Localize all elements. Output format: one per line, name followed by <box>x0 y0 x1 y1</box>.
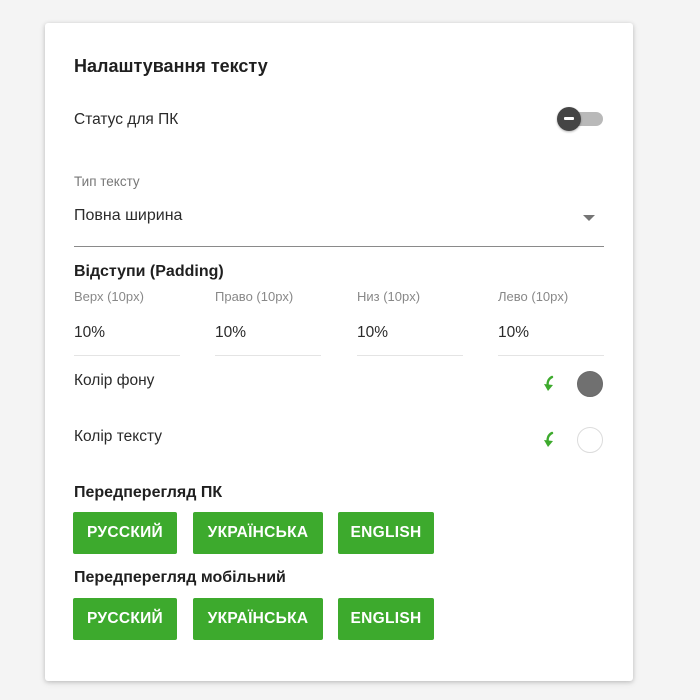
padding-right-input[interactable]: 10% <box>215 324 246 342</box>
preview-mobile-english-button[interactable]: ENGLISH <box>338 598 434 640</box>
padding-bottom-input[interactable]: 10% <box>357 324 388 342</box>
padding-title: Відступи (Padding) <box>74 263 224 280</box>
toggle-knob <box>557 107 581 131</box>
preview-pc-title: Передперегляд ПК <box>74 484 223 501</box>
text-settings-panel: Налаштування тексту Статус для ПК Тип те… <box>45 23 633 681</box>
padding-top-label: Верх (10px) <box>74 289 144 304</box>
padding-left-label: Лево (10px) <box>498 289 569 304</box>
padding-top-underline <box>74 355 180 356</box>
preview-mobile-russian-button[interactable]: РУССКИЙ <box>73 598 177 640</box>
preview-pc-russian-button[interactable]: РУССКИЙ <box>73 512 177 554</box>
text-type-label: Тип тексту <box>74 174 140 189</box>
padding-top-input[interactable]: 10% <box>74 324 105 342</box>
bg-color-swatch[interactable] <box>577 371 603 397</box>
panel-title: Налаштування тексту <box>74 56 268 76</box>
preview-pc-ukrainian-button[interactable]: УКРАЇНСЬКА <box>193 512 323 554</box>
padding-right-label: Право (10px) <box>215 289 294 304</box>
padding-left-input[interactable]: 10% <box>498 324 529 342</box>
text-type-select[interactable]: Повна ширина <box>74 207 182 225</box>
padding-bottom-underline <box>357 355 463 356</box>
status-pc-toggle[interactable] <box>557 107 605 131</box>
reset-arrow-icon[interactable] <box>543 375 557 393</box>
text-color-swatch[interactable] <box>577 427 603 453</box>
bg-color-label: Колір фону <box>74 372 155 389</box>
preview-mobile-title: Передперегляд мобільний <box>74 569 286 586</box>
padding-bottom-label: Низ (10px) <box>357 289 421 304</box>
reset-arrow-icon[interactable] <box>543 431 557 449</box>
padding-left-underline <box>498 355 604 356</box>
dropdown-arrow-icon[interactable] <box>583 215 595 221</box>
select-underline <box>74 246 604 247</box>
text-color-label: Колір тексту <box>74 428 162 445</box>
status-pc-label: Статус для ПК <box>74 111 179 128</box>
preview-pc-english-button[interactable]: ENGLISH <box>338 512 434 554</box>
padding-right-underline <box>215 355 321 356</box>
preview-mobile-ukrainian-button[interactable]: УКРАЇНСЬКА <box>193 598 323 640</box>
